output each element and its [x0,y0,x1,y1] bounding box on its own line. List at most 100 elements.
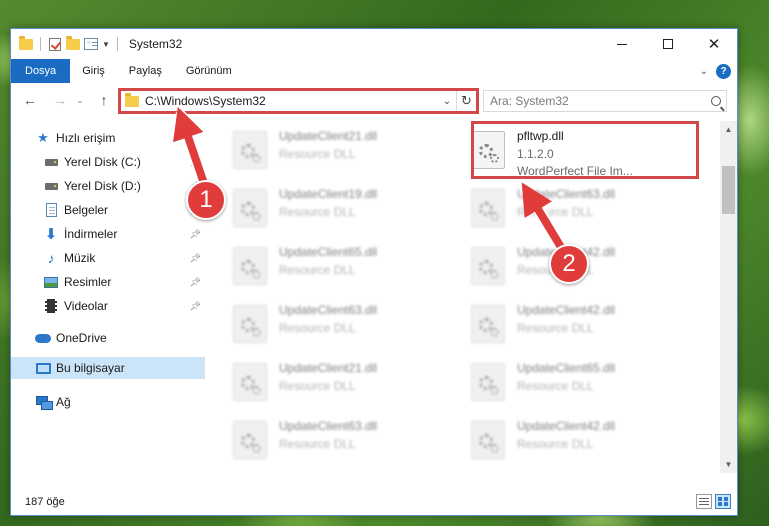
close-button[interactable]: ✕ [691,29,737,59]
tab-home[interactable]: Giriş [70,59,117,83]
file-name: UpdateClient63.dll [517,187,616,201]
file-name: UpdateClient65.dll [517,361,616,375]
folder-icon [19,35,33,51]
step-badge-1: 1 [186,180,226,220]
close-icon: ✕ [707,36,721,53]
sidebar-item-network[interactable]: Ağ [11,391,205,413]
sidebar-item-pictures[interactable]: Resimler 📌︎ [11,271,205,293]
file-type: Resource DLL [279,321,356,335]
sidebar-item-label: Yerel Disk (C:) [64,155,141,169]
tiles-view-button[interactable] [715,494,731,509]
sidebar-item-label: OneDrive [56,331,107,345]
file-item[interactable]: UpdateClient65.dll Resource DLL [449,353,679,409]
toolbar-divider [116,37,118,51]
sidebar-item-label: Belgeler [64,203,109,217]
dll-file-icon [471,247,505,285]
sidebar-item-label: Bu bilgisayar [56,361,125,375]
dll-file-icon [471,363,505,401]
file-explorer-window: ▼ System32 ✕ Dosya Giriş Paylaş Görünüm … [10,28,738,516]
file-name: UpdateClient42.dll [517,303,616,317]
file-list: UpdateClient21.dll Resource DLL UpdateCl… [211,121,719,473]
address-history-chevron-icon[interactable]: ⌄ [438,96,456,107]
ribbon-controls: ⌄ ? [700,59,737,83]
file-item[interactable]: UpdateClient21.dll Resource DLL [211,353,441,409]
pin-icon[interactable]: 📌︎ [190,277,201,288]
address-bar[interactable]: C:\Windows\System32 ⌄ ↻ [118,88,479,114]
music-icon: ♪ [47,250,55,266]
picture-icon [43,274,59,290]
maximize-button[interactable] [645,29,691,59]
ribbon-tabs: Dosya Giriş Paylaş Görünüm ⌄ ? [11,59,737,83]
sidebar-item-quick-access[interactable]: ★ Hızlı erişim [11,127,205,149]
customize-toolbar-caret-icon[interactable]: ▼ [102,40,110,49]
status-bar: 187 öğe [11,489,737,515]
sidebar-item-this-pc[interactable]: Bu bilgisayar [11,357,205,379]
recent-locations-chevron-icon[interactable]: ⌄ [71,91,89,109]
sidebar-item-local-disk-d[interactable]: Yerel Disk (D:) 📌︎ [11,175,205,197]
file-type: Resource DLL [279,147,356,161]
step-badge-2: 2 [549,244,589,284]
forward-arrow-icon[interactable]: → [51,91,69,109]
dll-file-icon [233,189,267,227]
file-type: Resource DLL [517,379,594,393]
quick-access-toolbar: ▼ [11,35,121,51]
up-arrow-icon[interactable]: ↑ [95,91,113,109]
file-name: UpdateClient42.dll [517,419,616,433]
pin-icon[interactable]: 📌︎ [190,229,201,240]
file-item[interactable]: UpdateClient63.dll Resource DLL [449,179,679,235]
pin-icon[interactable]: 📌︎ [190,301,201,312]
dll-file-icon [471,305,505,343]
sidebar-item-onedrive[interactable]: OneDrive [11,327,205,349]
sidebar-item-label: Yerel Disk (D:) [64,179,141,193]
file-name: UpdateClient21.dll [279,129,378,143]
properties-check-icon[interactable] [48,37,62,51]
details-view-button[interactable] [696,494,712,509]
pin-icon[interactable]: 📌︎ [190,157,201,168]
search-input[interactable]: Ara: System32 [490,94,706,108]
dll-file-icon [233,131,267,169]
sidebar-item-music[interactable]: ♪ Müzik 📌︎ [11,247,205,269]
file-item[interactable]: UpdateClient19.dll Resource DLL [211,179,441,235]
tab-share[interactable]: Paylaş [117,59,174,83]
file-type: Resource DLL [517,321,594,335]
toolbar-divider [40,37,41,51]
dll-file-icon [233,247,267,285]
new-folder-icon[interactable] [66,35,80,51]
sidebar-item-videos[interactable]: Videolar 📌︎ [11,295,205,317]
file-type: Resource DLL [279,437,356,451]
title-bar: ▼ System32 ✕ [11,29,737,59]
sidebar-item-local-disk-c[interactable]: Yerel Disk (C:) 📌︎ [11,151,205,173]
sidebar-item-documents[interactable]: Belgeler 📌︎ [11,199,205,221]
sidebar-item-downloads[interactable]: ⬇ İndirmeler 📌︎ [11,223,205,245]
file-item[interactable]: UpdateClient63.dll Resource DLL [211,295,441,351]
computer-icon [35,360,51,376]
scroll-up-icon[interactable]: ▲ [720,121,737,138]
file-item[interactable]: UpdateClient63.dll Resource DLL [211,411,441,467]
file-item[interactable]: UpdateClient21.dll Resource DLL [211,121,441,177]
vertical-scrollbar[interactable]: ▲ ▼ [720,121,737,473]
expand-ribbon-chevron-icon[interactable]: ⌄ [700,66,708,77]
search-icon[interactable] [706,96,726,106]
tab-file[interactable]: Dosya [11,59,71,83]
back-arrow-icon[interactable]: ← [21,91,39,109]
minimize-button[interactable] [599,29,645,59]
refresh-icon[interactable]: ↻ [456,91,476,111]
search-box[interactable]: Ara: System32 [483,90,727,112]
scroll-thumb[interactable] [722,166,735,214]
sidebar-item-label: Ağ [56,395,71,409]
tiles-view-icon [718,497,728,506]
file-item[interactable]: UpdateClient42.dll Resource DLL [449,295,679,351]
pin-icon[interactable]: 📌︎ [190,253,201,264]
tab-view[interactable]: Görünüm [174,59,244,83]
video-icon [43,298,59,314]
navigation-pane: ★ Hızlı erişim Yerel Disk (C:) 📌︎ Yerel … [11,121,207,473]
file-type: Resource DLL [279,205,356,219]
file-item[interactable]: UpdateClient42.dll Resource DLL [449,411,679,467]
file-item[interactable]: UpdateClient65.dll Resource DLL [211,237,441,293]
properties-icon[interactable] [84,37,98,51]
scroll-down-icon[interactable]: ▼ [720,456,737,473]
navigation-bar: ← → ⌄ ↑ C:\Windows\System32 ⌄ ↻ Ara: Sys… [11,87,737,115]
help-icon[interactable]: ? [716,63,731,79]
window-controls: ✕ [599,29,737,59]
address-path[interactable]: C:\Windows\System32 [145,94,438,108]
